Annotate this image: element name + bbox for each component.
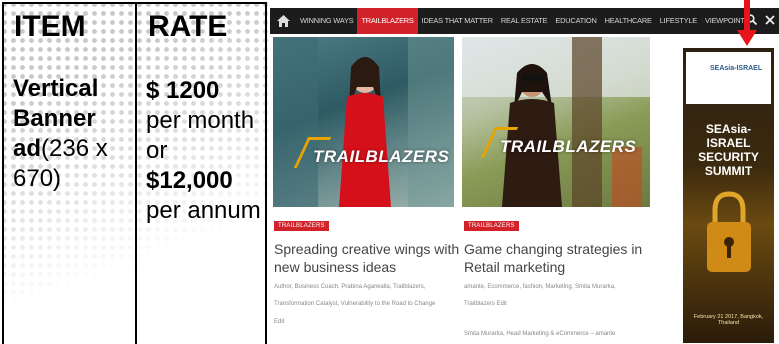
column-divider <box>135 4 137 344</box>
padlock-icon <box>707 191 751 272</box>
header-rate: RATE <box>148 10 228 43</box>
nav-item-ideas-that-matter[interactable]: IDEAS THAT MATTER <box>418 8 497 34</box>
home-icon[interactable] <box>270 8 296 34</box>
article-meta-2b: Trailblazers Edit <box>464 301 507 307</box>
arrow-down-icon <box>737 0 757 46</box>
item-name-line3: ad <box>13 135 42 162</box>
nav-item-trailblazers[interactable]: TRAILBLAZERS <box>357 8 418 34</box>
nav-item-winning-ways[interactable]: WINNING WAYS <box>296 8 357 34</box>
item-name-line2: Banner <box>13 105 96 132</box>
article-image-2[interactable]: TRAILBLAZERS <box>462 37 650 207</box>
item-description: Vertical Banner ad(236 x 670) <box>13 74 135 194</box>
website-screenshot: WINNING WAYS TRAILBLAZERS IDEAS THAT MAT… <box>270 0 779 344</box>
article-meta-2c: Smita Murarka, Head Marketing & eCommerc… <box>464 331 616 337</box>
monthly-suffix: per month or <box>146 107 255 164</box>
nav-item-real-estate[interactable]: REAL ESTATE <box>497 8 552 34</box>
vertical-banner-ad[interactable]: SEAsia-ISRAEL SEAsia-ISRAEL SECURITY SUM… <box>683 48 774 343</box>
article-title-2[interactable]: Game changing strategies in Retail marke… <box>464 240 654 276</box>
nav-item-lifestyle[interactable]: LIFESTYLE <box>656 8 701 34</box>
monthly-price: $ 1200 <box>146 77 220 104</box>
annual-price: $12,000 <box>146 167 233 194</box>
article-tag-1[interactable]: TRAILBLAZERS <box>274 221 329 231</box>
trailblazers-stamp-2: TRAILBLAZERS <box>500 137 637 156</box>
banner-title: SEAsia-ISRAEL SECURITY SUMMIT <box>698 122 759 178</box>
annual-suffix: per annum <box>146 197 261 224</box>
header-item: ITEM <box>14 10 86 43</box>
article-image-1[interactable]: TRAILBLAZERS <box>273 37 454 207</box>
nav-item-healthcare[interactable]: HEALTHCARE <box>601 8 656 34</box>
trailblazers-stamp-1: TRAILBLAZERS <box>313 147 450 166</box>
article-meta-1a: Author, Business Coach, Prabina Agarwall… <box>274 284 426 290</box>
banner-date: February 21 2017, Bangkok, Thailand <box>693 314 764 326</box>
close-icon[interactable] <box>765 12 775 30</box>
rate-description: $ 1200 per month or $12,000 per annum <box>146 76 270 226</box>
article-tag-2[interactable]: TRAILBLAZERS <box>464 221 519 231</box>
nav-item-education[interactable]: EDUCATION <box>551 8 600 34</box>
item-name-line1: Vertical <box>13 75 99 102</box>
article-meta-2a: amante, Ecommerce, fashion, Marketing, S… <box>464 284 616 290</box>
article-meta-1b: Transformation Catalyst, Vulnerability t… <box>274 301 436 307</box>
nav-bar: WINNING WAYS TRAILBLAZERS IDEAS THAT MAT… <box>270 8 779 34</box>
banner-logo-box: SEAsia-ISRAEL <box>686 52 771 104</box>
article-title-1[interactable]: Spreading creative wings with new busine… <box>274 240 460 276</box>
article-meta-1c: Edit <box>274 319 285 325</box>
banner-logo: SEAsia-ISRAEL <box>710 65 763 72</box>
rate-table: ITEM RATE Vertical Banner ad(236 x 670) … <box>2 2 267 344</box>
